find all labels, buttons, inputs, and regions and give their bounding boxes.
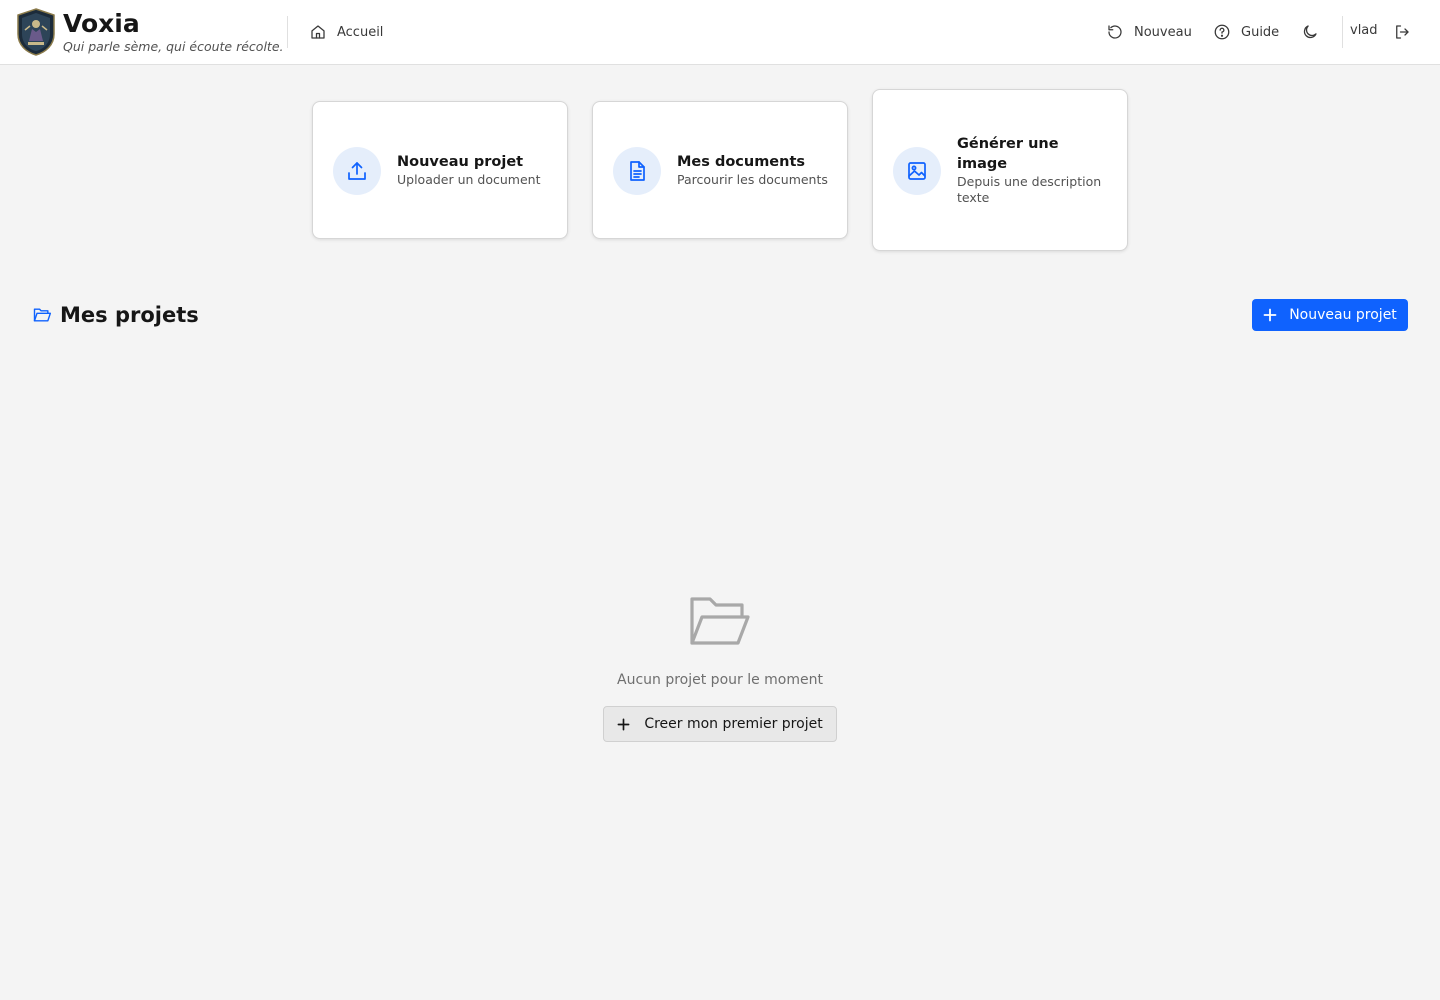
app-logo[interactable] [16,8,56,56]
card-my-documents[interactable]: Mes documents Parcourir les documents [592,101,848,239]
document-icon [613,147,661,195]
username: vlad [1350,23,1378,38]
image-icon [893,147,941,195]
plus-icon [617,718,630,730]
app-tagline: Qui parle sème, qui écoute récolte. [63,39,284,54]
logout-button[interactable] [1391,21,1413,43]
plus-icon [1263,308,1277,322]
card-new-project[interactable]: Nouveau projet Uploader un document [312,101,568,239]
section-title: Mes projets [60,303,199,327]
nav-home[interactable]: Accueil [309,20,383,44]
top-header: Voxia Qui parle sème, qui écoute récolte… [0,0,1440,65]
card-title: Nouveau projet [397,154,524,170]
new-project-button-label: Nouveau projet [1289,307,1397,323]
theme-toggle-button[interactable] [1299,21,1321,43]
empty-state-message: Aucun projet pour le moment [617,672,823,688]
header-divider-right [1342,16,1343,48]
folder-open-icon [32,305,52,325]
card-generate-image[interactable]: Générer une image Depuis une description… [872,89,1128,251]
card-title: Générer une image [957,136,1059,172]
logout-icon [1396,25,1409,39]
nav-home-label: Accueil [337,24,384,40]
create-first-project-label: Creer mon premier projet [644,716,823,732]
card-subtitle: Uploader un document [397,172,541,187]
help-circle-icon [1214,24,1230,40]
empty-folder-icon [688,593,752,649]
refresh-icon [1108,25,1122,39]
nav-guide-label: Guide [1241,24,1280,40]
nav-guide[interactable]: Guide [1213,20,1279,44]
home-icon [311,25,325,39]
create-first-project-button[interactable]: Creer mon premier projet [603,706,837,742]
app-title: Voxia [63,9,140,38]
card-subtitle: Depuis une description texte [957,174,1102,205]
header-divider [287,16,288,48]
new-project-button[interactable]: Nouveau projet [1252,299,1408,331]
nav-new-label: Nouveau [1134,24,1192,40]
upload-icon [333,147,381,195]
card-subtitle: Parcourir les documents [677,172,828,187]
moon-icon [1303,25,1317,39]
nav-new[interactable]: Nouveau [1106,20,1192,44]
card-title: Mes documents [677,154,806,170]
